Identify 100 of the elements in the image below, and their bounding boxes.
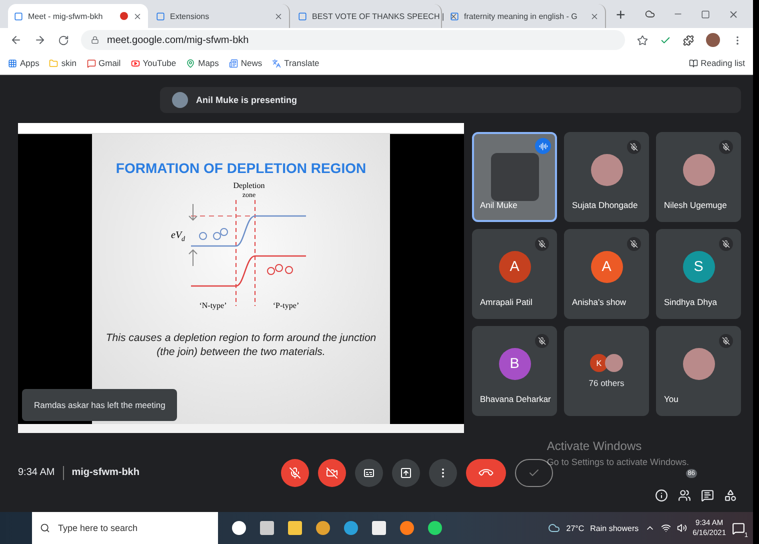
participant-name: Anisha's show	[572, 297, 626, 307]
activation-notice: Activate Windows	[546, 439, 643, 453]
weather-text: Rain showers	[590, 524, 639, 532]
chat-icon[interactable]	[701, 489, 714, 502]
app-icon[interactable]	[232, 521, 246, 535]
bookmark-icon	[272, 58, 282, 68]
browser-tab[interactable]: Meet - mig-sfwm-bkh	[8, 4, 148, 28]
participant-name: Bhavana Deharkar	[480, 394, 551, 404]
present-button[interactable]	[392, 458, 420, 486]
tab-favicon	[14, 12, 23, 20]
bookmark-link[interactable]: Maps	[186, 58, 219, 68]
close-icon[interactable]	[449, 12, 458, 20]
reading-list-link[interactable]: Reading list	[688, 58, 745, 68]
search-icon	[40, 523, 50, 533]
browser-icon[interactable]	[316, 521, 330, 535]
bookmark-icon	[186, 58, 196, 68]
bookmark-icon	[49, 58, 58, 68]
puzzle-icon[interactable]	[683, 34, 694, 46]
avatar: A	[498, 251, 530, 283]
close-icon[interactable]	[274, 12, 283, 20]
check-icon	[528, 466, 540, 478]
participant-tile[interactable]: Nilesh Ugemuge	[656, 132, 741, 222]
bookmark-icon	[86, 58, 96, 68]
banner-text: Anil Muke is presenting	[196, 95, 298, 105]
participant-name: Nilesh Ugemuge	[664, 200, 727, 210]
meeting-code: mig-sfwm-bkh	[72, 467, 140, 478]
browser-icon[interactable]	[400, 521, 414, 535]
participant-tile[interactable]: B Bhavana Deharkar	[472, 326, 557, 416]
star-icon[interactable]	[637, 34, 648, 46]
tab-favicon	[298, 12, 307, 20]
participant-tile[interactable]: K 76 others	[564, 326, 649, 416]
profile-photo	[172, 92, 188, 108]
avatar: B	[498, 348, 530, 380]
speaking-icon	[535, 138, 551, 154]
video-placeholder	[490, 153, 538, 201]
new-tab-button[interactable]: +	[608, 4, 634, 28]
bookmark-link[interactable]: Gmail	[86, 58, 121, 68]
meeting-time: 9:34 AM	[18, 467, 55, 478]
wifi-icon[interactable]	[660, 523, 671, 533]
microphone-button[interactable]	[281, 458, 310, 486]
message-icon	[732, 522, 745, 534]
avatar: A	[590, 251, 622, 283]
address-bar[interactable]: meet.google.com/mig-sfwm-bkh	[81, 30, 625, 50]
microphone-off-icon	[289, 466, 302, 478]
leave-call-button[interactable]	[466, 458, 506, 486]
others-count: 76 others	[588, 378, 624, 388]
chat-app-icon[interactable]	[428, 521, 442, 535]
profile-photo	[590, 154, 622, 186]
participant-tile[interactable]: You	[656, 326, 741, 416]
forward-icon[interactable]	[34, 34, 46, 46]
captions-button[interactable]	[355, 458, 384, 486]
profile-photo	[605, 354, 623, 372]
present-icon	[400, 466, 412, 478]
bookmark-link[interactable]: YouTube	[130, 58, 176, 68]
profile-photo	[682, 348, 714, 380]
avatar: K	[590, 354, 608, 372]
search-field[interactable]: Type here to search	[32, 512, 218, 544]
participant-name: You	[664, 394, 678, 404]
participant-name: Amrapali Patil	[480, 297, 532, 307]
participant-name: Sujata Dhongade	[572, 200, 638, 210]
bookmark-link[interactable]: skin	[49, 58, 76, 68]
captions-icon	[363, 466, 376, 478]
participant-tile[interactable]: S Sindhya Dhya	[656, 229, 741, 319]
close-icon[interactable]	[590, 12, 599, 20]
avatar: S	[682, 251, 714, 283]
restore-icon[interactable]	[701, 10, 710, 18]
volume-icon[interactable]	[676, 523, 687, 533]
close-icon[interactable]	[133, 12, 142, 20]
profile-photo[interactable]	[706, 33, 720, 47]
profile-photo	[682, 154, 714, 186]
weather-icon	[548, 522, 560, 534]
bookmark-link[interactable]: News	[228, 58, 262, 68]
back-icon[interactable]	[10, 34, 22, 46]
participant-tile[interactable]: A Amrapali Patil	[472, 229, 557, 319]
check-icon[interactable]	[660, 34, 671, 46]
participant-tile[interactable]: Anil Muke	[472, 132, 557, 222]
book-icon	[688, 58, 698, 68]
reload-icon[interactable]	[58, 34, 69, 46]
bookmark-link[interactable]: Apps	[8, 58, 40, 68]
close-icon[interactable]	[728, 8, 739, 20]
activities-icon[interactable]	[724, 489, 737, 502]
participant-name: Anil Muke	[480, 200, 518, 210]
notification-toast: Ramdas askar has left the meeting	[22, 389, 177, 421]
participant-tile[interactable]: A Anisha's show	[564, 229, 649, 319]
activation-notice: Go to Settings to activate Windows.	[546, 457, 689, 467]
info-icon[interactable]	[655, 489, 668, 502]
bookmark-icon	[8, 58, 17, 68]
tab-favicon	[156, 12, 165, 20]
participant-tile[interactable]: Sujata Dhongade	[564, 132, 649, 222]
bookmark-link[interactable]: Translate	[272, 58, 320, 68]
bookmark-icon	[130, 58, 140, 68]
browser-icon[interactable]	[344, 521, 358, 535]
participant-name: Sindhya Dhya	[664, 297, 717, 307]
lock-icon	[91, 36, 99, 44]
slide-title: FORMATION OF DEPLETION REGION	[116, 160, 366, 176]
bookmark-icon	[228, 58, 238, 68]
camera-off-icon	[326, 466, 338, 478]
temperature: 27°C	[566, 524, 584, 532]
slide-caption: This causes a depletion region to form around the junction (the join) between the two materials.	[104, 332, 378, 360]
camera-button[interactable]	[318, 458, 346, 486]
